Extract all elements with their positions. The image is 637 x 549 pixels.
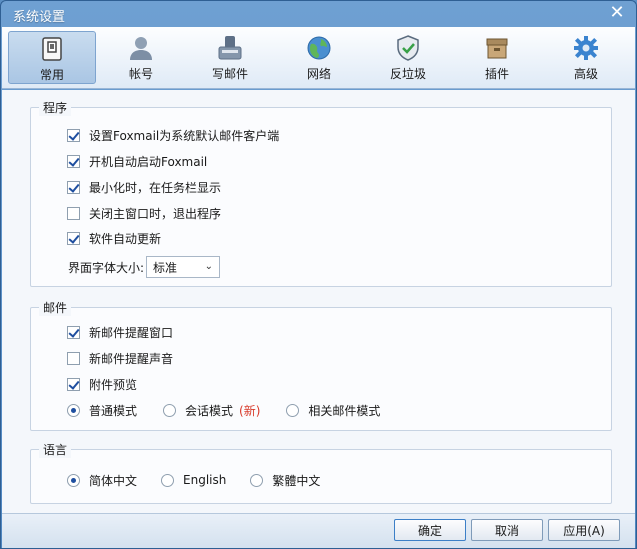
tab-general[interactable]: 常用: [8, 31, 96, 84]
option-label: 新邮件提醒窗口: [89, 325, 174, 340]
shield-icon: [394, 35, 422, 61]
cancel-button[interactable]: 取消: [471, 519, 543, 541]
option-label: 软件自动更新: [89, 231, 162, 246]
tab-advanced[interactable]: 高级: [542, 27, 630, 88]
settings-window: 系统设置 ✕ 常用 帐号 写邮件 网络 反垃圾 插件 高级 程序 设置Foxma…: [0, 0, 637, 549]
language-group: 语言 简体中文 English 繁體中文: [30, 441, 612, 504]
apply-button[interactable]: 应用(A): [548, 519, 620, 541]
program-group-title: 程序: [39, 99, 72, 116]
tab-account[interactable]: 帐号: [97, 27, 185, 88]
ok-button[interactable]: 确定: [394, 519, 466, 541]
tab-label: 反垃圾: [389, 67, 426, 81]
lang-label: 繁體中文: [272, 473, 321, 488]
option-label: 最小化时，在任务栏显示: [89, 180, 222, 195]
write-mail-icon: [216, 35, 244, 61]
gear-icon: [572, 35, 600, 61]
checkbox[interactable]: [67, 180, 80, 194]
mode-related[interactable]: 相关邮件模式: [286, 402, 380, 419]
tab-label: 写邮件: [211, 67, 248, 81]
title-bar[interactable]: 系统设置 ✕: [1, 1, 636, 27]
tab-label: 网络: [306, 67, 331, 81]
option-default-client[interactable]: 设置Foxmail为系统默认邮件客户端: [67, 126, 279, 144]
chevron-down-icon: ⌄: [204, 261, 214, 272]
mode-label: 普通模式: [89, 403, 138, 418]
language-group-title: 语言: [39, 441, 72, 458]
plugin-box-icon: [483, 35, 511, 61]
option-auto-update[interactable]: 软件自动更新: [67, 229, 161, 247]
radio[interactable]: [250, 473, 264, 487]
option-label: 设置Foxmail为系统默认邮件客户端: [89, 128, 280, 143]
lang-traditional-chinese[interactable]: 繁體中文: [250, 472, 320, 489]
mail-group: 邮件 新邮件提醒窗口 新邮件提醒声音 附件预览 普通模式 会话模式 (新) 相关…: [30, 299, 612, 431]
option-label: 附件预览: [89, 377, 138, 392]
mail-mode-radios: 普通模式 会话模式 (新) 相关邮件模式: [67, 401, 406, 419]
option-new-mail-sound[interactable]: 新邮件提醒声音: [67, 349, 173, 367]
mode-normal[interactable]: 普通模式: [67, 402, 137, 419]
radio[interactable]: [161, 473, 175, 487]
tab-antispam[interactable]: 反垃圾: [364, 27, 452, 88]
radio[interactable]: [67, 403, 80, 417]
checkbox[interactable]: [67, 231, 80, 245]
tab-label: 插件: [484, 67, 509, 81]
option-label: 新邮件提醒声音: [89, 351, 174, 366]
language-radios: 简体中文 English 繁體中文: [67, 471, 346, 489]
radio[interactable]: [67, 473, 80, 487]
tab-network[interactable]: 网络: [275, 27, 363, 88]
font-size-value: 标准: [153, 260, 178, 275]
checkbox[interactable]: [67, 206, 80, 220]
option-minimize-taskbar[interactable]: 最小化时，在任务栏显示: [67, 178, 221, 196]
tab-label: 高级: [573, 67, 598, 81]
checkbox[interactable]: [67, 154, 80, 168]
checkbox[interactable]: [67, 128, 80, 142]
lang-label: 简体中文: [89, 473, 138, 488]
mode-label: 相关邮件模式: [308, 403, 381, 418]
globe-icon: [305, 35, 333, 61]
dialog-footer: 确定 取消 应用(A): [2, 513, 635, 548]
lang-english[interactable]: English: [161, 473, 226, 487]
switch-icon: [38, 36, 66, 62]
radio[interactable]: [286, 403, 300, 417]
checkbox[interactable]: [67, 377, 80, 391]
option-new-mail-window[interactable]: 新邮件提醒窗口: [67, 323, 173, 341]
lang-label: English: [183, 473, 227, 487]
close-icon[interactable]: ✕: [608, 4, 626, 22]
settings-content: 程序 设置Foxmail为系统默认邮件客户端 开机自动启动Foxmail 最小化…: [2, 90, 635, 513]
user-icon: [127, 35, 155, 61]
checkbox[interactable]: [67, 325, 80, 339]
font-size-select[interactable]: 标准 ⌄: [146, 256, 221, 278]
tab-compose[interactable]: 写邮件: [186, 27, 274, 88]
checkbox[interactable]: [67, 351, 80, 365]
mode-conversation[interactable]: 会话模式 (新): [163, 402, 260, 419]
tab-label: 常用: [39, 68, 64, 82]
new-badge: (新): [239, 403, 261, 418]
tab-label: 帐号: [128, 67, 153, 81]
font-size-label: 界面字体大小:: [68, 260, 145, 275]
option-autostart[interactable]: 开机自动启动Foxmail: [67, 152, 207, 170]
radio[interactable]: [163, 403, 177, 417]
option-label: 开机自动启动Foxmail: [89, 154, 208, 169]
option-label: 关闭主窗口时，退出程序: [89, 206, 222, 221]
window-title: 系统设置: [13, 10, 66, 25]
font-size-row: 界面字体大小: 标准 ⌄: [68, 255, 221, 279]
lang-simplified-chinese[interactable]: 简体中文: [67, 472, 137, 489]
mail-group-title: 邮件: [39, 299, 72, 316]
option-attachment-preview[interactable]: 附件预览: [67, 375, 137, 393]
option-close-exit[interactable]: 关闭主窗口时，退出程序: [67, 204, 221, 222]
program-group: 程序 设置Foxmail为系统默认邮件客户端 开机自动启动Foxmail 最小化…: [30, 99, 612, 287]
mode-label: 会话模式: [185, 403, 234, 418]
tab-plugins[interactable]: 插件: [453, 27, 541, 88]
settings-toolbar: 常用 帐号 写邮件 网络 反垃圾 插件 高级: [2, 27, 635, 89]
